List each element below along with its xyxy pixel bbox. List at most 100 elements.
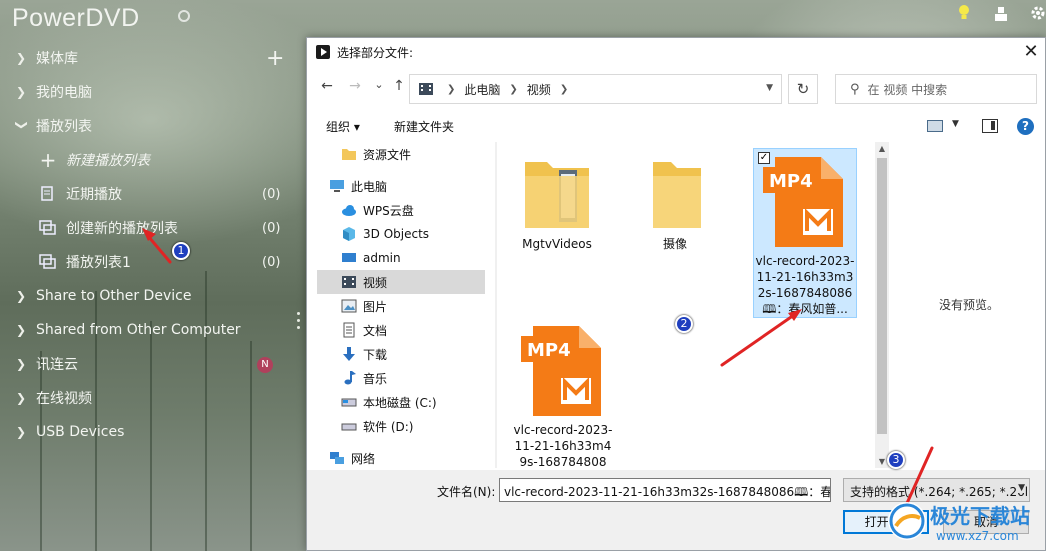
- playlist-icon: [38, 254, 58, 270]
- tree-item-drive-c[interactable]: 本地磁盘 (C:): [317, 390, 485, 414]
- scroll-up-icon[interactable]: ▲: [877, 144, 887, 153]
- tree-item-network[interactable]: 网络: [317, 446, 485, 468]
- sidebar-item-playlist1[interactable]: 播放列表1 (0): [0, 247, 290, 277]
- organize-button[interactable]: 组织 ▾: [326, 118, 360, 135]
- tree-item-resources[interactable]: 资源文件: [317, 142, 485, 166]
- file-item-camera-folder[interactable]: 摄像: [623, 154, 727, 274]
- scroll-down-icon[interactable]: ▼: [877, 457, 887, 466]
- lightbulb-icon[interactable]: [957, 4, 971, 22]
- tree-item-pictures[interactable]: 图片: [317, 294, 485, 318]
- address-bar[interactable]: ❯ 此电脑 ❯ 视频 ❯ ▼: [409, 74, 782, 104]
- sidebar-item-my-computer[interactable]: ❯ 我的电脑: [0, 77, 92, 107]
- close-icon[interactable]: ✕: [1019, 40, 1043, 64]
- new-folder-button[interactable]: 新建文件夹: [394, 118, 454, 135]
- file-item-vlc-record-1[interactable]: ✓ MP4 vlc-record-2023-11-21-16h33m32s-16…: [753, 148, 857, 318]
- sidebar-item-label: Shared from Other Computer: [36, 322, 241, 338]
- add-media-button[interactable]: +: [266, 46, 284, 71]
- file-item-vlc-record-2[interactable]: MP4 vlc-record-2023-11-21-16h33m49s-1687…: [511, 322, 615, 468]
- chevron-right-icon: ❯: [16, 391, 27, 405]
- tree-item-label: 此电脑: [351, 179, 388, 194]
- tree-item-drive-d[interactable]: 软件 (D:): [317, 414, 485, 438]
- tree-item-downloads[interactable]: 下载: [317, 342, 485, 366]
- refresh-button[interactable]: ↻: [788, 74, 818, 104]
- video-folder-icon: [342, 276, 356, 288]
- sidebar-item-share-to-other[interactable]: ❯ Share to Other Device: [0, 281, 191, 311]
- sidebar-item-created-playlist[interactable]: 创建新的播放列表 (0): [0, 213, 290, 243]
- tree-item-label: WPS云盘: [363, 203, 414, 218]
- tree-item-label: 下载: [363, 347, 388, 362]
- playlist-icon: [38, 220, 58, 236]
- sidebar-item-media-library[interactable]: ❯ 媒体库: [0, 43, 78, 73]
- breadcrumb-separator-icon: ❯: [509, 83, 518, 95]
- mp4-badge-label: MP4: [769, 171, 813, 192]
- tree-item-label: 视频: [363, 275, 388, 290]
- chevron-right-icon: ❯: [16, 323, 27, 337]
- cube-icon: [343, 227, 355, 241]
- file-item-mgtv-folder[interactable]: MgtvVideos: [505, 154, 609, 274]
- preview-pane: 没有预览。: [893, 142, 1043, 468]
- checkbox-checked-icon[interactable]: ✓: [758, 152, 770, 164]
- sidebar-item-usb-devices[interactable]: ❯ USB Devices: [0, 417, 124, 447]
- tree-item-documents[interactable]: 文档: [317, 318, 485, 342]
- sidebar-item-label: 媒体库: [36, 51, 78, 67]
- filename-input[interactable]: vlc-record-2023-11-21-16h33m32s-16878480…: [499, 478, 831, 502]
- folder-icon: [342, 149, 356, 160]
- tree-item-wps-cloud[interactable]: WPS云盘: [317, 198, 485, 222]
- item-count: (0): [262, 220, 281, 236]
- view-icon[interactable]: [927, 120, 943, 132]
- item-count: (0): [262, 254, 281, 270]
- tree-item-music[interactable]: 音乐: [317, 366, 485, 390]
- dialog-titlebar[interactable]: 选择部分文件: ✕: [307, 38, 1045, 66]
- recent-locations-button[interactable]: ⌄: [369, 78, 389, 91]
- sidebar-item-label: 我的电脑: [36, 85, 92, 101]
- breadcrumb-separator-icon: ❯: [559, 83, 569, 95]
- sidebar-item-xunlianyun[interactable]: ❯ 讯连云: [0, 349, 78, 379]
- preview-pane-icon[interactable]: [982, 119, 998, 133]
- drive-icon: [341, 423, 357, 431]
- forward-button[interactable]: →: [345, 78, 365, 94]
- tree-item-this-pc[interactable]: 此电脑: [317, 174, 485, 198]
- navigation-scrollbar[interactable]: ▲ ▼: [495, 142, 497, 468]
- dialog-toolbar: 组织 ▾ 新建文件夹 ▼ ?: [307, 112, 1045, 140]
- sidebar-item-label: 新建播放列表: [66, 153, 150, 169]
- sidebar-item-new-playlist[interactable]: + 新建播放列表: [0, 145, 150, 175]
- computer-icon: [330, 180, 344, 192]
- chevron-down-icon[interactable]: ▼: [766, 83, 773, 93]
- dialog-title: 选择部分文件:: [337, 46, 414, 60]
- tree-item-admin[interactable]: admin: [317, 246, 485, 270]
- mp4-video-icon: MP4: [763, 157, 843, 247]
- device-icon[interactable]: [994, 6, 1008, 22]
- tree-item-videos[interactable]: 视频: [317, 270, 485, 294]
- watermark-logo-icon: [888, 502, 926, 540]
- open-file-dialog: 选择部分文件: ✕ ← → ⌄ ↑ ❯ 此电脑 ❯ 视频 ❯ ▼ ↻ ⚲ 在 视…: [306, 37, 1046, 551]
- chevron-down-icon[interactable]: ▼: [952, 119, 959, 129]
- file-name: vlc-record-2023-11-21-16h33m32s-16878480…: [755, 254, 855, 316]
- folder-icon: [525, 162, 589, 228]
- sidebar-item-recent[interactable]: 近期播放 (0): [0, 179, 290, 209]
- file-name: MgtvVideos: [522, 237, 592, 251]
- document-folder-icon: [343, 322, 355, 338]
- tree-item-3d-objects[interactable]: 3D Objects: [317, 222, 485, 246]
- pane-splitter-handle[interactable]: [297, 312, 301, 333]
- up-button[interactable]: ↑: [389, 78, 409, 94]
- search-input[interactable]: ⚲ 在 视频 中搜索: [835, 74, 1037, 104]
- file-list-scrollbar[interactable]: ▲ ▼: [875, 142, 889, 468]
- breadcrumb-this-pc[interactable]: 此电脑: [464, 81, 500, 98]
- chevron-right-icon: ❯: [16, 425, 27, 439]
- sidebar-item-online-video[interactable]: ❯ 在线视频: [0, 383, 92, 413]
- gear-icon[interactable]: [1030, 5, 1046, 21]
- scrollbar-thumb[interactable]: [877, 158, 887, 434]
- breadcrumb-videos[interactable]: 视频: [527, 81, 551, 98]
- music-icon: [344, 371, 356, 385]
- help-icon[interactable]: ?: [1017, 118, 1034, 135]
- sidebar-item-shared-from-other[interactable]: ❯ Shared from Other Computer: [0, 315, 241, 345]
- step-badge-3: 3: [887, 451, 905, 469]
- window-control-icon[interactable]: [178, 10, 190, 22]
- back-button[interactable]: ←: [317, 78, 337, 94]
- sidebar-item-label: USB Devices: [36, 424, 125, 440]
- file-type-value: 支持的格式 (*.264; *.265; *.26l: [850, 485, 1029, 499]
- chevron-down-icon: ▼: [1018, 483, 1025, 493]
- navigation-bar: ← → ⌄ ↑ ❯ 此电脑 ❯ 视频 ❯ ▼ ↻ ⚲ 在 视频 中搜索: [307, 72, 1045, 104]
- file-name: vlc-record-2023-11-21-16h33m49s-16878480…: [513, 423, 613, 468]
- sidebar-item-playlists[interactable]: ❯ 播放列表: [0, 111, 92, 141]
